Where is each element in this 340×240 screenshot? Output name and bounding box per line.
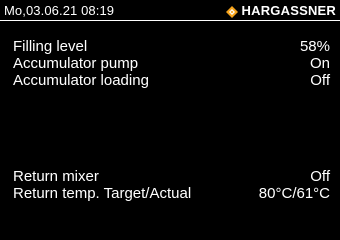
status-bar: Mo,03.06.21 08:19 HARGASSNER [0,0,340,21]
hargassner-diamond-icon [225,5,238,18]
reading-label: Return mixer [13,168,99,185]
reading-filling-level: Filling level 58% [13,38,330,55]
reading-label: Filling level [13,38,88,55]
reading-return-temp: Return temp. Target/Actual 80°C/61°C [13,185,330,202]
reading-accumulator-pump: Accumulator pump On [13,55,330,72]
reading-value: On [309,55,330,72]
reading-label: Accumulator pump [13,55,139,72]
reading-value: 80°C/61°C [258,185,330,202]
brand-name: HARGASSNER [241,3,336,18]
reading-label: Accumulator loading [13,72,149,89]
display-screen: Mo,03.06.21 08:19 HARGASSNER Filling lev… [0,0,340,240]
reading-label: Return temp. Target/Actual [13,185,192,202]
reading-value: Off [310,168,330,185]
reading-value: 58% [299,38,330,55]
reading-value: Off [310,72,330,89]
reading-accumulator-loading: Accumulator loading Off [13,72,330,89]
brand-logo: HARGASSNER [225,3,336,18]
reading-return-mixer: Return mixer Off [13,168,330,185]
date-time: Mo,03.06.21 08:19 [4,3,115,18]
